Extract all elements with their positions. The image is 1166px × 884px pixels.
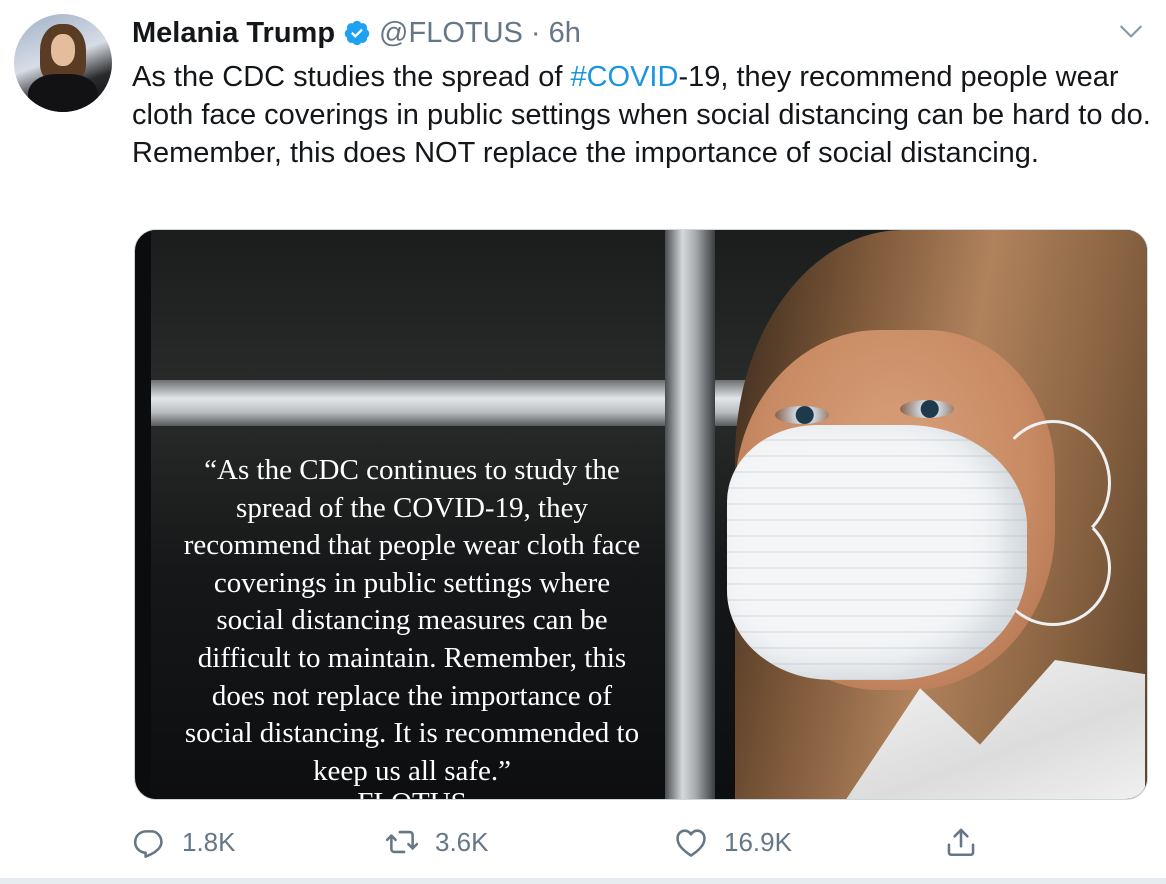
- author-handle[interactable]: @FLOTUS: [379, 17, 523, 50]
- tweet-divider: [0, 878, 1166, 884]
- media-quote-text: “As the CDC continues to study the sprea…: [183, 454, 641, 787]
- hashtag-link[interactable]: #COVID: [570, 61, 678, 93]
- avatar-face: [51, 34, 75, 66]
- chevron-down-icon[interactable]: [1118, 18, 1144, 44]
- photo-face-mask: [727, 425, 1027, 680]
- tweet-text-before: As the CDC studies the spread of: [132, 61, 571, 93]
- reply-count: 1.8K: [182, 826, 236, 857]
- tweet[interactable]: Melania Trump @FLOTUS · 6h As the CDC st…: [0, 0, 1166, 884]
- like-count: 16.9K: [724, 826, 792, 857]
- tweet-time[interactable]: 6h: [549, 17, 581, 50]
- tweet-media-image[interactable]: “As the CDC continues to study the sprea…: [134, 229, 1148, 800]
- photo-eye-right: [900, 400, 954, 418]
- avatar[interactable]: [14, 14, 112, 112]
- tweet-actions: 1.8K 3.6K 16.9K: [132, 820, 1012, 864]
- separator-dot: ·: [530, 16, 541, 49]
- retweet-count: 3.6K: [435, 826, 489, 857]
- retweet-button[interactable]: 3.6K: [385, 820, 489, 864]
- avatar-body: [28, 74, 98, 112]
- reply-icon: [133, 830, 163, 858]
- tweet-text: As the CDC studies the spread of #COVID-…: [132, 58, 1152, 172]
- like-button[interactable]: 16.9K: [674, 820, 792, 864]
- tweet-header: Melania Trump @FLOTUS · 6h: [132, 14, 581, 52]
- retweet-icon: [385, 830, 419, 854]
- share-icon: [947, 828, 975, 857]
- verified-badge-icon: [344, 20, 370, 46]
- share-button[interactable]: [944, 820, 978, 864]
- media-quote-signature: FLOTUS: [151, 788, 673, 799]
- author-name[interactable]: Melania Trump: [132, 17, 335, 50]
- like-icon: [676, 829, 706, 857]
- photo-eye-left: [775, 406, 829, 424]
- reply-button[interactable]: 1.8K: [132, 820, 236, 864]
